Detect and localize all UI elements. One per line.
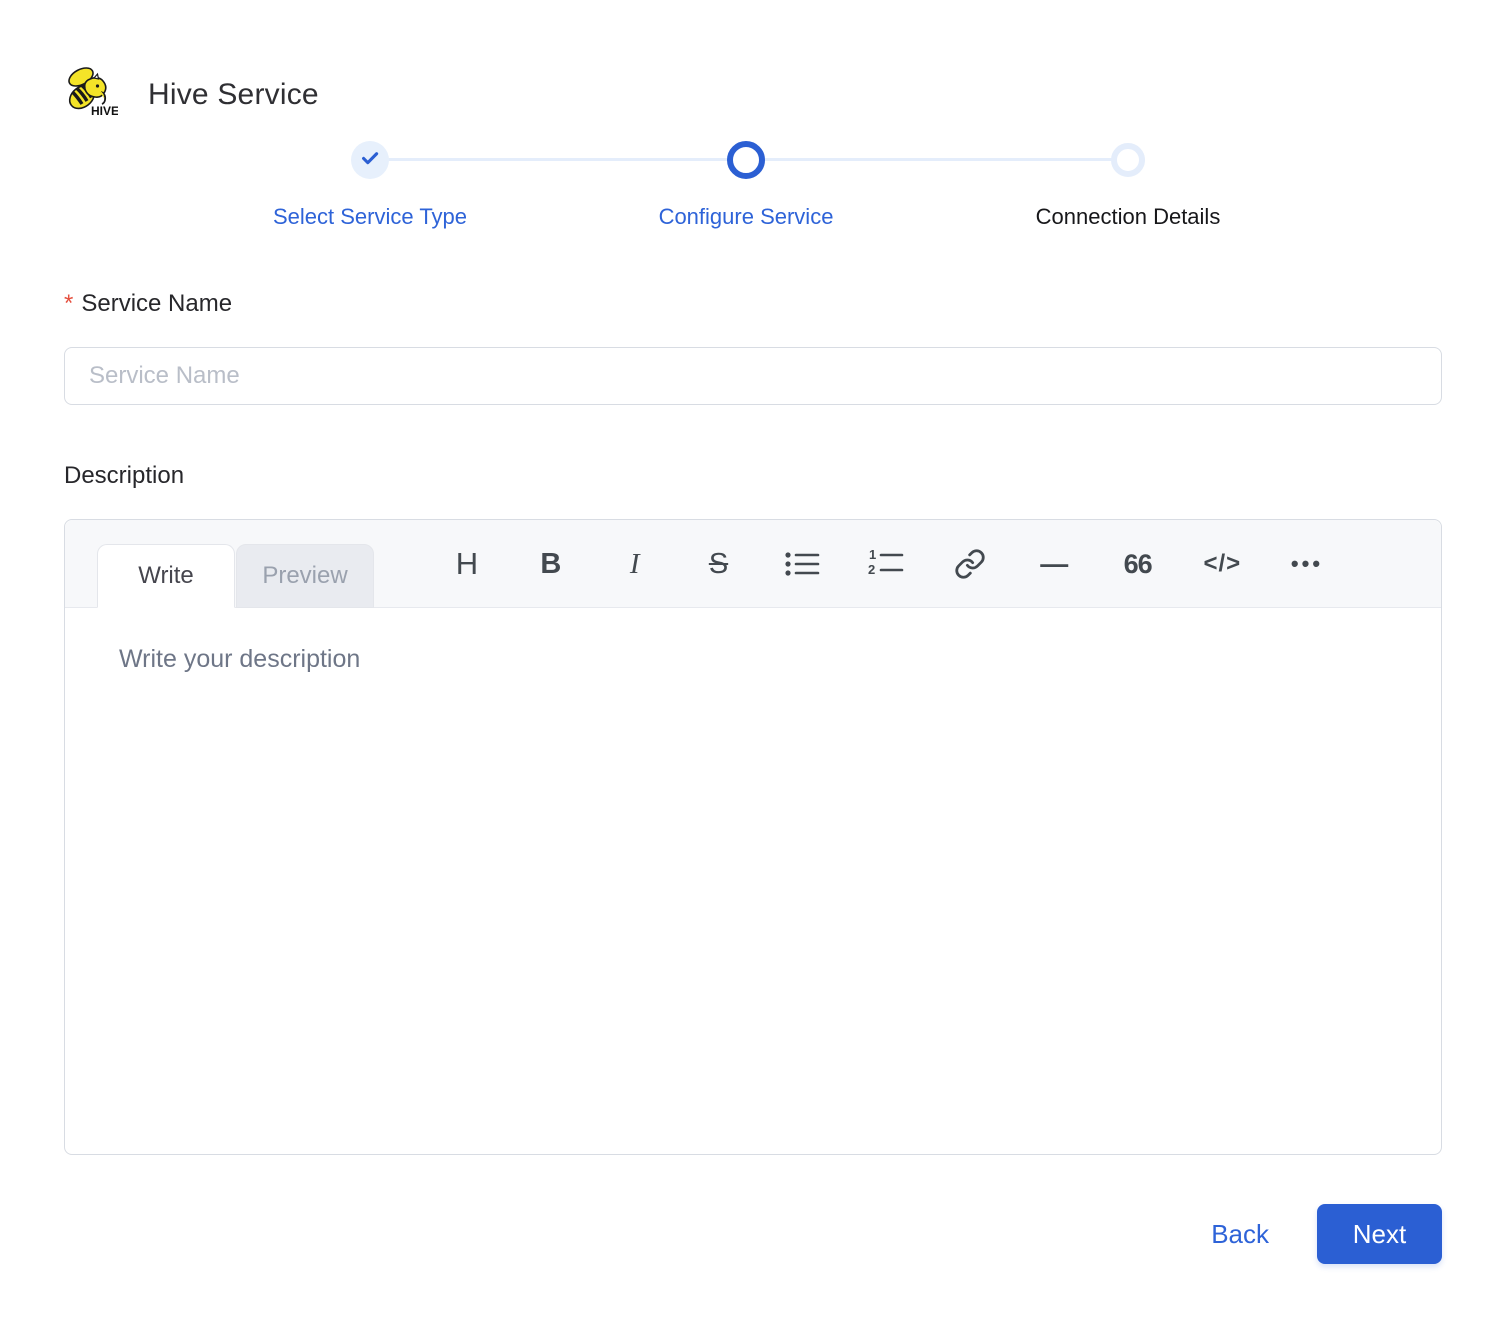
- svg-text:1: 1: [869, 548, 876, 562]
- step-configure-service-indicator[interactable]: [727, 141, 765, 179]
- required-asterisk: *: [64, 290, 73, 317]
- step-connection-details-indicator[interactable]: [1111, 143, 1145, 177]
- page-title: Hive Service: [148, 78, 319, 112]
- editor-tabs: Write Preview: [97, 544, 374, 608]
- svg-text:HIVE: HIVE: [91, 104, 118, 118]
- bold-icon[interactable]: B: [533, 548, 569, 581]
- heading-icon[interactable]: H: [449, 546, 485, 582]
- back-button[interactable]: Back: [1211, 1219, 1269, 1250]
- tab-preview[interactable]: Preview: [236, 544, 374, 608]
- stepper: Select Service Type Configure Service Co…: [64, 140, 1442, 250]
- quote-icon[interactable]: 66: [1120, 549, 1156, 580]
- editor-toolbar: Write Preview H B I S: [65, 520, 1441, 608]
- stepper-connector-1: [370, 158, 746, 161]
- check-icon: [359, 147, 381, 174]
- stepper-connector-2: [746, 158, 1128, 161]
- description-textarea[interactable]: [119, 642, 1387, 1126]
- step-label-select-service-type[interactable]: Select Service Type: [273, 204, 467, 230]
- description-label: Description: [64, 462, 184, 490]
- link-icon[interactable]: [952, 548, 988, 580]
- strikethrough-icon[interactable]: S: [700, 548, 736, 581]
- next-button[interactable]: Next: [1317, 1204, 1442, 1264]
- italic-icon[interactable]: I: [617, 548, 653, 581]
- code-icon[interactable]: </>: [1203, 550, 1241, 578]
- step-label-connection-details[interactable]: Connection Details: [1036, 204, 1221, 230]
- description-editor: Write Preview H B I S: [64, 519, 1442, 1155]
- more-icon[interactable]: •••: [1289, 551, 1325, 577]
- service-name-label: *Service Name: [64, 290, 232, 318]
- footer-actions: Back Next: [1211, 1204, 1442, 1264]
- editor-body: [65, 608, 1441, 1156]
- hive-logo-icon: HIVE: [64, 64, 118, 125]
- header: HIVE Hive Service: [64, 64, 319, 125]
- step-select-service-type-indicator[interactable]: [351, 141, 389, 179]
- unordered-list-icon[interactable]: [784, 549, 820, 579]
- service-name-input[interactable]: [64, 347, 1442, 405]
- tab-write[interactable]: Write: [97, 544, 235, 608]
- editor-toolbar-icons: H B I S 1 2: [449, 520, 1325, 608]
- ordered-list-icon[interactable]: 1 2: [868, 548, 904, 580]
- svg-text:2: 2: [868, 562, 875, 577]
- horizontal-rule-icon[interactable]: —: [1036, 548, 1072, 580]
- step-label-configure-service[interactable]: Configure Service: [659, 204, 834, 230]
